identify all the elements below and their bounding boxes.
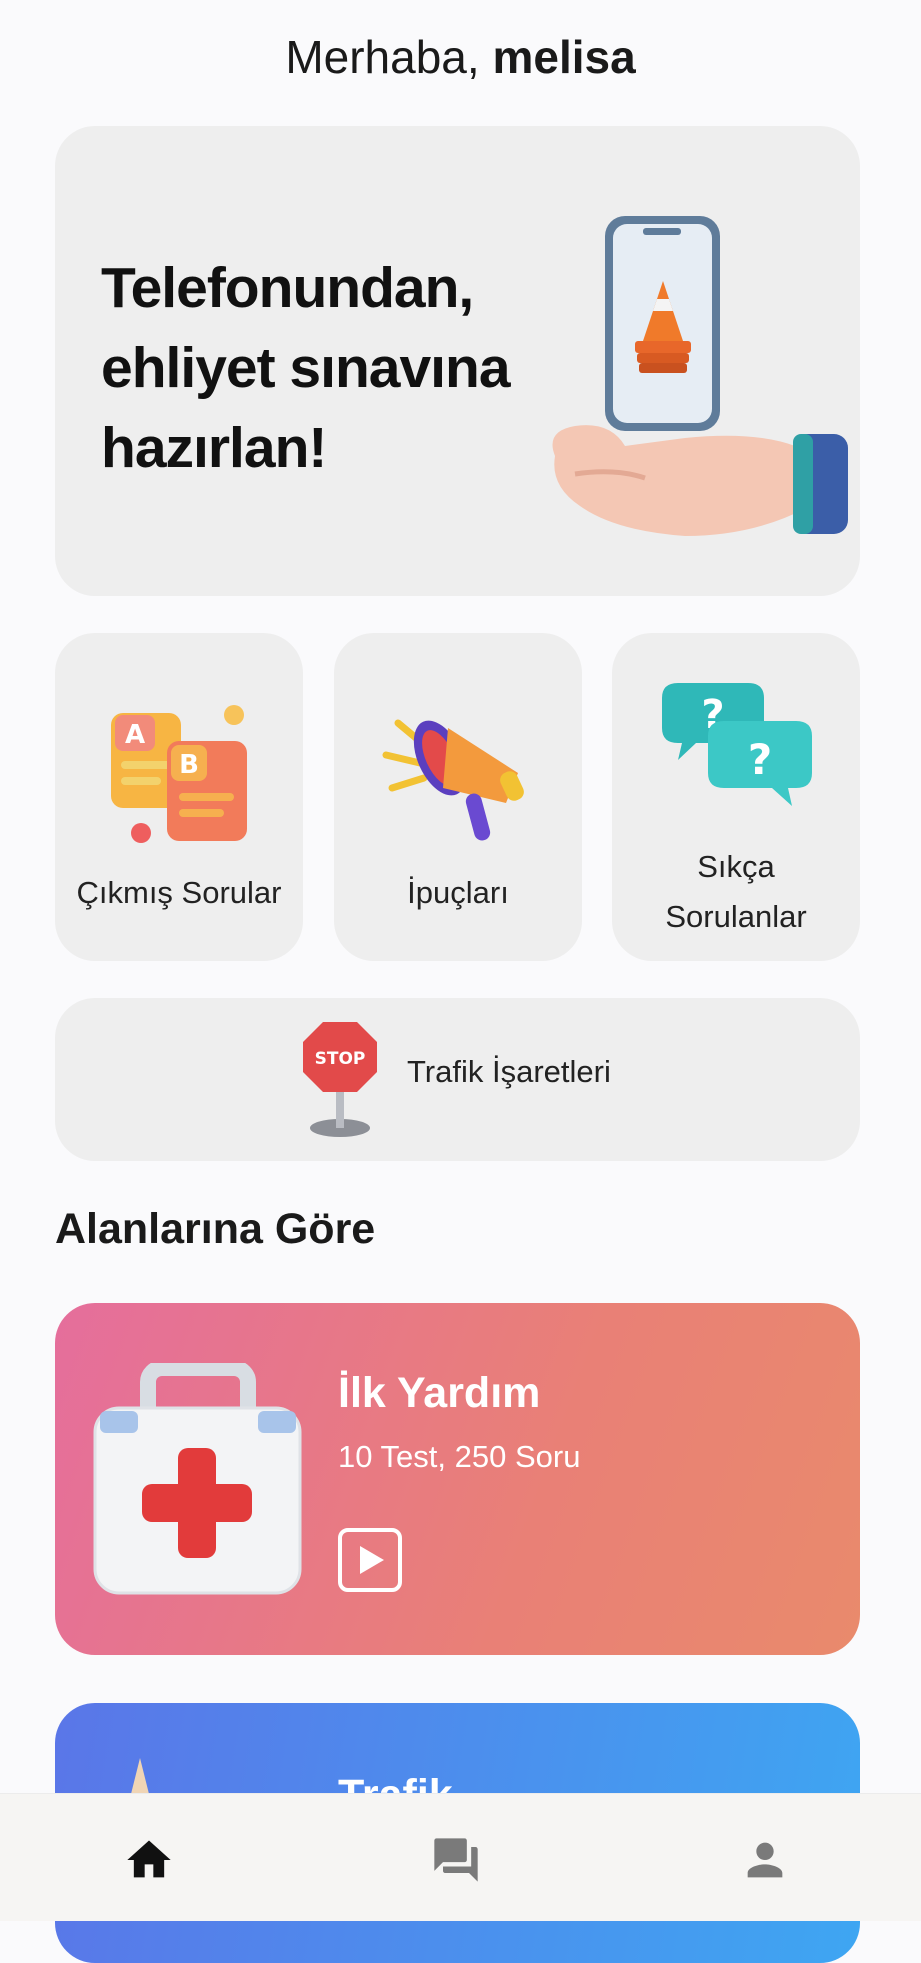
person-icon[interactable] <box>739 1834 791 1886</box>
ab-quiz-cards-icon: A B <box>111 705 247 843</box>
first-aid-kit-icon <box>93 1363 302 1595</box>
user-name: melisa <box>492 31 636 83</box>
tips-tile[interactable]: İpuçları <box>334 633 582 961</box>
bottom-navigation <box>0 1793 921 1921</box>
greeting-prefix: Merhaba, <box>285 31 480 83</box>
faq-label-line-1: Sıkça <box>697 849 775 884</box>
home-icon[interactable] <box>123 1834 175 1886</box>
phone-icon <box>605 216 720 431</box>
stop-sign-icon: STOP <box>303 1022 377 1137</box>
tips-label: İpuçları <box>407 875 509 910</box>
play-button[interactable] <box>338 1528 402 1592</box>
megaphone-icon <box>382 719 524 841</box>
chat-icon[interactable] <box>430 1834 482 1886</box>
svg-text:STOP: STOP <box>315 1049 366 1069</box>
traffic-signs-button[interactable]: STOP Trafik İşaretleri <box>55 998 860 1161</box>
greeting: Merhaba, melisa <box>0 30 921 84</box>
category-subtitle: 10 Test, 250 Soru <box>338 1439 581 1474</box>
question-bubbles-icon: ? ? <box>662 683 812 806</box>
faq-label-line-2: Sorulanlar <box>665 899 807 934</box>
traffic-signs-label: Trafik İşaretleri <box>407 1054 611 1089</box>
hand-icon <box>552 425 848 536</box>
category-card-first-aid[interactable]: İlk Yardım 10 Test, 250 Soru <box>55 1303 860 1655</box>
past-questions-label: Çıkmış Sorular <box>76 875 282 910</box>
hero-line-1: Telefonundan, <box>101 256 474 320</box>
svg-text:?: ? <box>748 735 772 784</box>
play-icon <box>360 1546 384 1574</box>
svg-text:A: A <box>125 720 145 750</box>
hero-line-3: hazırlan! <box>101 416 327 480</box>
category-title: İlk Yardım <box>338 1369 541 1417</box>
phone-in-hand-illustration <box>552 216 848 536</box>
svg-text:B: B <box>179 750 199 780</box>
past-questions-tile[interactable]: A B Çıkmış Sorular <box>55 633 303 961</box>
section-title: Alanlarına Göre <box>55 1205 376 1253</box>
hero-title: Telefonundan, ehliyet sınavına hazırlan! <box>101 248 571 488</box>
hero-line-2: ehliyet sınavına <box>101 336 511 400</box>
hero-banner[interactable]: Telefonundan, ehliyet sınavına hazırlan! <box>55 126 860 596</box>
faq-tile[interactable]: ? ? Sıkça Sorulanlar <box>612 633 860 961</box>
